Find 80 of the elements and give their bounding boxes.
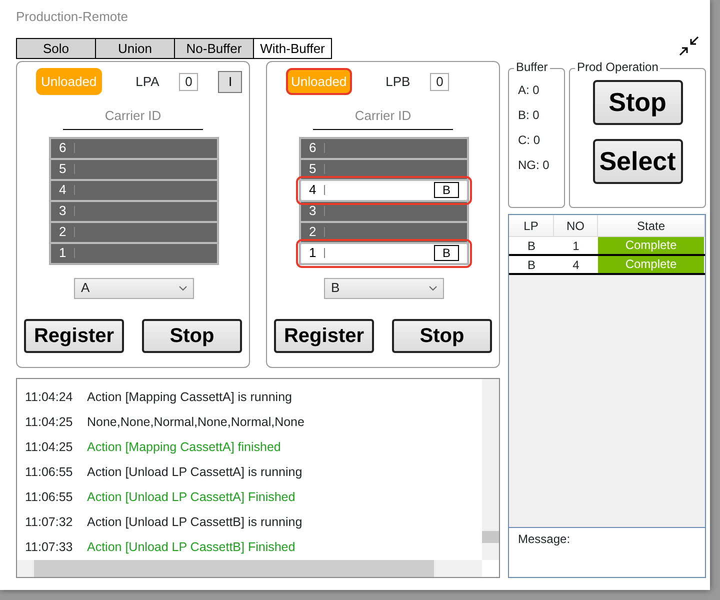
chevron-icon	[179, 286, 187, 290]
window-title: Production-Remote	[16, 8, 129, 26]
action-button[interactable]: Stop	[392, 318, 492, 352]
operation-button[interactable]: Stop	[592, 80, 682, 125]
small-button[interactable]: I	[218, 71, 242, 93]
collapse-icon[interactable]	[678, 35, 700, 57]
log-message: Action [Unload LP CassettB] is running	[87, 514, 302, 532]
status-label: Unloaded	[36, 68, 102, 95]
dropdown-value: A	[81, 279, 90, 298]
log-time: 11:07:33	[25, 539, 74, 556]
buffer-count: B: 0	[518, 108, 540, 122]
action-button[interactable]: Stop	[142, 318, 242, 352]
slot-row[interactable]: 3	[50, 200, 218, 222]
group-title: Prod Operation	[575, 60, 660, 74]
log-message: Action [Unload LP CassettA] is running	[87, 464, 302, 482]
slot-number: 4	[59, 181, 66, 200]
tab[interactable]: Solo	[16, 38, 96, 59]
slot-number: 1	[309, 244, 316, 262]
action-button[interactable]: Register	[274, 318, 374, 352]
slot-number: 6	[59, 139, 66, 158]
tab[interactable]: With-Buffer	[253, 38, 332, 59]
tab[interactable]: No-Buffer	[174, 38, 254, 59]
chevron-icon	[429, 286, 437, 290]
slot-number: 3	[59, 202, 66, 220]
slot-row[interactable]: 6	[50, 138, 218, 158]
group-title: Buffer	[514, 60, 550, 74]
table-cell-text: B	[526, 238, 536, 254]
column-header: NO	[554, 215, 598, 236]
state-cell: Complete	[598, 237, 704, 254]
slot-tag: B	[434, 244, 459, 260]
dropdown-value: B	[331, 279, 340, 298]
buffer-count: A: 0	[518, 83, 540, 97]
slot-tag: B	[434, 182, 459, 198]
log-time: 11:06:55	[25, 464, 74, 482]
log-message: Action [Mapping CassettA] is running	[87, 389, 292, 406]
count-field: 0	[179, 73, 198, 91]
table-cell-text: B	[526, 256, 536, 274]
slot-number: 1	[59, 244, 66, 262]
log-message: Action [Unload LP CassettB] Finished	[87, 539, 296, 556]
column-header: LP	[509, 215, 554, 236]
tab[interactable]: Union	[95, 38, 175, 59]
column-header: State	[598, 215, 705, 236]
slot-number: 5	[59, 160, 66, 178]
log-time: 11:04:25	[25, 439, 74, 456]
slot-row[interactable]: 2	[50, 222, 218, 242]
port-name: LPB	[386, 73, 410, 92]
log-time: 11:04:25	[25, 414, 74, 432]
slot-row[interactable]: 6	[300, 138, 468, 158]
slot-number: 4	[309, 181, 316, 200]
buffer-count: C: 0	[518, 133, 540, 147]
slot-number: 2	[59, 223, 66, 242]
state-cell: Complete	[598, 256, 704, 273]
carrier-id-label: Carrier ID	[104, 107, 162, 125]
slot-row[interactable]: 5	[50, 158, 218, 180]
dropdown[interactable]: B	[324, 278, 444, 298]
buffer-count: NG: 0	[518, 158, 550, 172]
count-field: 0	[430, 73, 450, 91]
slot-number: 5	[309, 160, 316, 178]
horizontal-scrollbar[interactable]	[17, 560, 482, 577]
log-time: 11:07:32	[25, 514, 74, 532]
log-time: 11:06:55	[25, 489, 74, 506]
table-cell-text: 4	[572, 256, 580, 274]
action-button[interactable]: Register	[24, 318, 124, 352]
slot-number: 2	[309, 223, 316, 242]
slot-number: 6	[309, 139, 316, 158]
slot-row[interactable]: 1	[50, 242, 218, 264]
log-time: 11:04:24	[25, 389, 74, 406]
log-message: Action [Mapping CassettA] finished	[87, 439, 281, 456]
message-label: Message:	[518, 532, 570, 546]
log-message: Action [Unload LP CassettA] Finished	[87, 489, 296, 506]
operation-button[interactable]: Select	[592, 139, 682, 184]
log-message: None,None,Normal,None,Normal,None	[87, 414, 304, 432]
status-label: Unloaded	[286, 68, 352, 95]
vertical-scrollbar[interactable]	[482, 379, 499, 560]
port-name: LPA	[136, 73, 160, 92]
carrier-id-label: Carrier ID	[354, 107, 412, 125]
table-cell-text: 1	[572, 238, 580, 254]
dropdown[interactable]: A	[74, 278, 194, 298]
slot-number: 3	[309, 202, 316, 220]
slot-row[interactable]: 4	[50, 180, 218, 200]
